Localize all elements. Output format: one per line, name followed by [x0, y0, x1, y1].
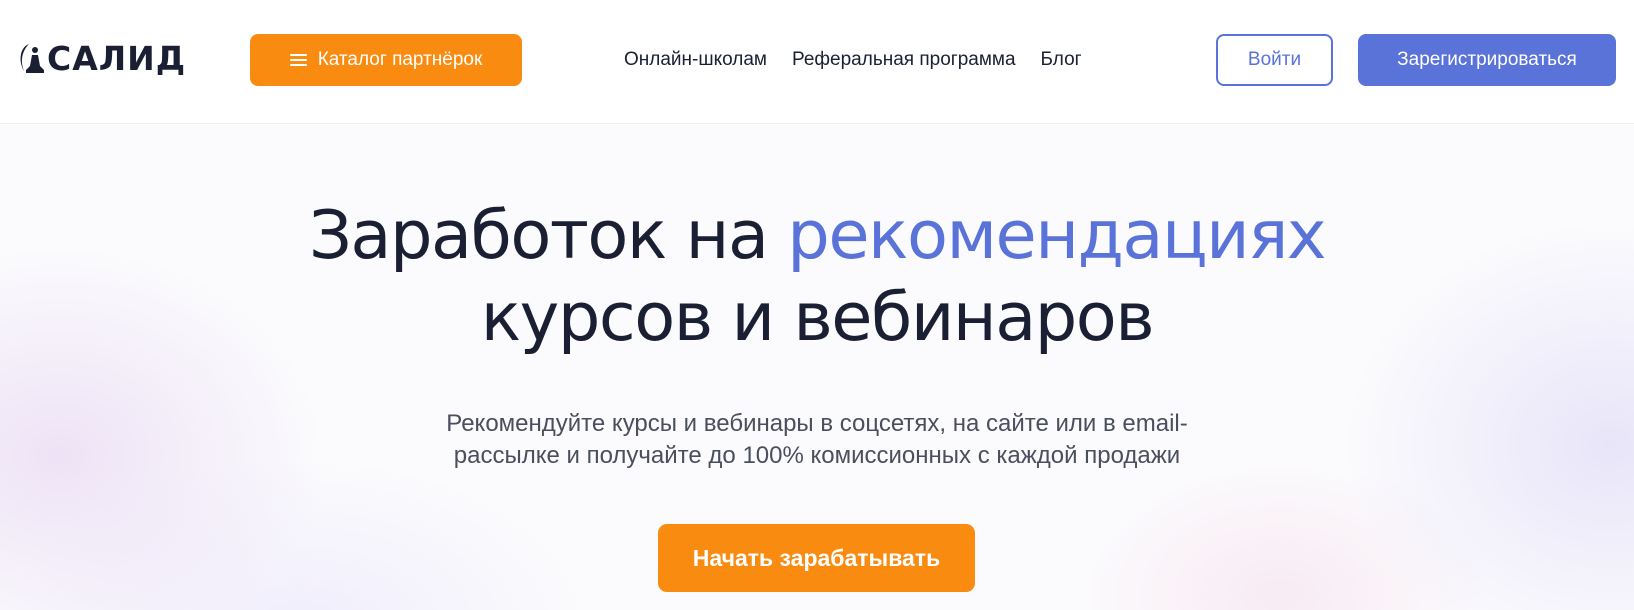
- headline-accent: рекомендациях: [787, 196, 1326, 274]
- subtitle-line2: рассылке и получайте до 100% комиссионны…: [453, 442, 1181, 469]
- nav-link-referral-program[interactable]: Реферальная программа: [792, 49, 1016, 71]
- register-button[interactable]: Зарегистрироваться: [1358, 34, 1616, 86]
- hero-headline: Заработок на рекомендациях курсов и веби…: [0, 194, 1634, 358]
- login-button[interactable]: Войти: [1216, 34, 1333, 86]
- menu-icon: [289, 51, 307, 69]
- catalog-button-label: Каталог партнёрок: [317, 49, 483, 70]
- site-header: САЛИД Каталог партнёрок Онлайн-школам Ре…: [0, 0, 1634, 124]
- start-earning-button[interactable]: Начать зарабатывать: [658, 524, 975, 592]
- headline-line2: курсов и вебинаров: [480, 278, 1155, 356]
- catalog-button[interactable]: Каталог партнёрок: [250, 34, 522, 86]
- headline-part1: Заработок на: [308, 196, 788, 274]
- meditating-figure-icon: [20, 44, 44, 73]
- hero-section: Заработок на рекомендациях курсов и веби…: [0, 125, 1634, 610]
- hero-subtitle: Рекомендуйте курсы и вебинары в соцсетях…: [0, 408, 1634, 472]
- logo[interactable]: САЛИД: [16, 41, 186, 77]
- logo-text: САЛИД: [47, 39, 187, 78]
- main-nav: Онлайн-школам Реферальная программа Блог: [624, 46, 1107, 74]
- subtitle-line1: Рекомендуйте курсы и вебинары в соцсетях…: [446, 410, 1188, 437]
- nav-link-blog[interactable]: Блог: [1041, 49, 1082, 71]
- nav-link-online-schools[interactable]: Онлайн-школам: [624, 49, 767, 71]
